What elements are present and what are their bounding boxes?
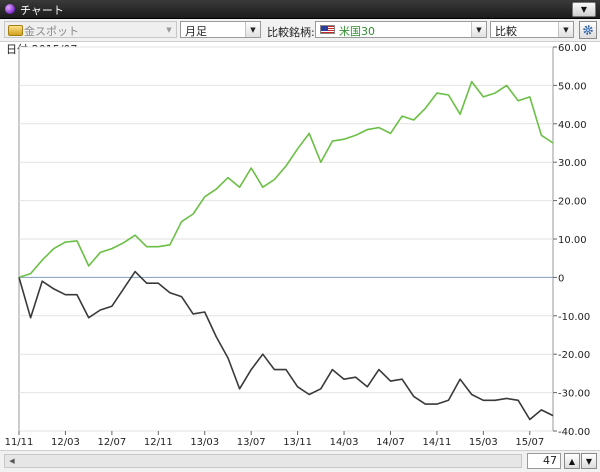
bottom-bar: ◀ 47 ▲ ▼ [0,450,600,472]
x-tick-label: 14/07 [376,437,405,448]
x-tick-label: 12/07 [97,437,126,448]
x-tick-label: 11/11 [5,437,34,448]
bar-count-field[interactable]: 47 [527,453,561,469]
x-tick-label: 14/11 [422,437,451,448]
x-tick-label: 12/11 [144,437,173,448]
x-tick-label: 13/03 [190,437,219,448]
x-tick-label: 15/03 [469,437,498,448]
comparison-chart: 60.00 50.00 40.00 30.00 20.00 10.00 0 -10.00 -20… [5,43,591,448]
triangle-up-icon: ▲ [568,456,576,466]
y-tick-label: 0 [558,273,564,284]
count-up-button[interactable]: ▲ [564,453,580,469]
y-tick-label: 40.00 [558,120,587,131]
y-tick-label: -30.00 [558,389,590,400]
count-down-button[interactable]: ▼ [581,453,597,469]
y-tick-label: 10.00 [558,235,587,246]
y-tick-label: 60.00 [558,43,587,54]
y-tick-label: 30.00 [558,158,587,169]
y-tick-label: -20.00 [558,350,590,361]
y-tick-label: -40.00 [558,427,590,438]
x-tick-label: 14/03 [330,437,359,448]
x-tick-label: 15/07 [515,437,544,448]
x-tick-label: 13/07 [237,437,266,448]
y-tick-label: 50.00 [558,81,587,92]
y-tick-label: -10.00 [558,312,590,323]
horizontal-scrollbar[interactable]: ◀ [4,454,522,468]
scroll-left-icon[interactable]: ◀ [5,455,19,467]
triangle-down-icon: ▼ [585,456,593,466]
y-tick-label: 20.00 [558,197,587,208]
x-tick-label: 12/03 [51,437,80,448]
x-tick-label: 13/11 [283,437,312,448]
